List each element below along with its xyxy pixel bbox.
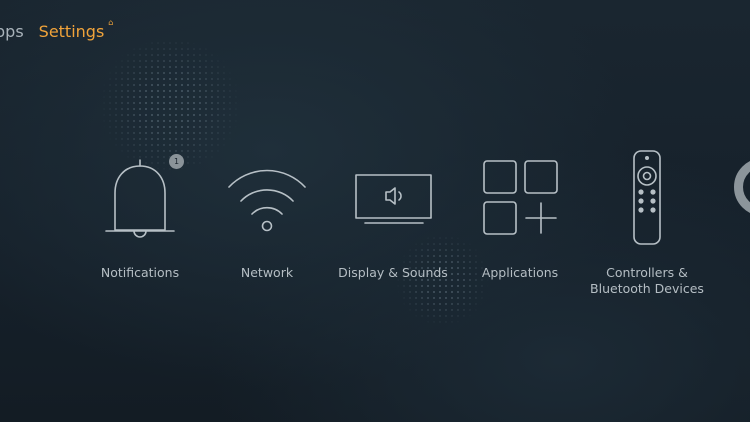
settings-screen: pps Settings ⌂ 1 Notifications Network D… xyxy=(0,0,750,422)
bell-icon xyxy=(105,159,175,238)
nav-item-settings-label: Settings xyxy=(38,22,105,41)
tile-display-sounds-label: Display & Sounds xyxy=(338,265,448,280)
tile-controllers-bluetooth[interactable]: Controllers & Bluetooth Devices xyxy=(577,145,717,297)
nav-item-settings[interactable]: Settings ⌂ xyxy=(38,18,114,44)
remote-icon xyxy=(633,150,661,245)
tile-applications-label: Applications xyxy=(481,265,559,280)
tile-network[interactable]: Network xyxy=(197,145,337,281)
tile-notifications-label: Notifications xyxy=(100,265,180,280)
partial-tile-icon xyxy=(734,158,750,216)
tile-controllers-bluetooth-label: Controllers & Bluetooth Devices xyxy=(590,265,704,296)
apps-grid-icon xyxy=(483,160,558,235)
top-navigation: pps Settings ⌂ xyxy=(0,18,119,46)
tv-speaker-icon xyxy=(355,174,432,224)
tile-network-label: Network xyxy=(240,265,294,280)
tile-applications[interactable]: Applications xyxy=(450,145,590,281)
tile-display-sounds[interactable]: Display & Sounds xyxy=(323,145,463,281)
notification-count-badge: 1 xyxy=(169,154,184,169)
tile-notifications[interactable]: 1 Notifications xyxy=(70,145,210,281)
nav-item-apps[interactable]: pps xyxy=(0,20,24,44)
wifi-icon xyxy=(228,169,306,232)
home-marker-icon: ⌂ xyxy=(108,18,114,27)
